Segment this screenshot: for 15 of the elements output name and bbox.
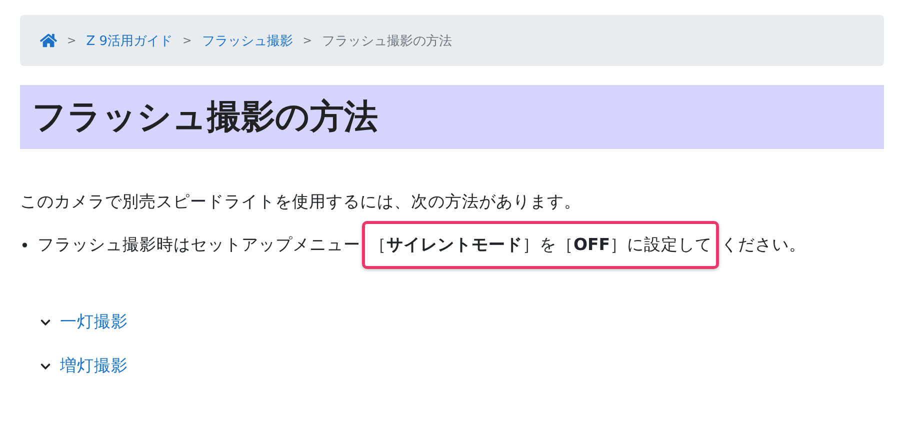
breadcrumb-separator: > (67, 34, 76, 47)
breadcrumb-link[interactable]: フラッシュ撮影 (202, 32, 293, 50)
breadcrumb-separator: > (302, 34, 312, 47)
intro-text: このカメラで別売スピードライトを使用するには、次の方法があります。 (20, 191, 582, 213)
section-link[interactable]: 一灯撮影 (40, 311, 884, 333)
bullet-text: フラッシュ撮影時はセットアップメニュー ［サイレントモード］を［OFF］に設定して ください。 (37, 221, 806, 269)
breadcrumb-current: フラッシュ撮影の方法 (322, 32, 452, 50)
home-icon[interactable] (40, 32, 57, 49)
page-heading: フラッシュ撮影の方法 (20, 85, 884, 149)
chevron-icon (40, 316, 51, 328)
breadcrumb-link[interactable]: Z 9活用ガイド (86, 32, 173, 50)
bullet-marker: • (20, 236, 30, 254)
chevron-icon (40, 360, 51, 372)
section-link[interactable]: 増灯撮影 (40, 355, 884, 377)
breadcrumb-separator: > (182, 34, 192, 47)
